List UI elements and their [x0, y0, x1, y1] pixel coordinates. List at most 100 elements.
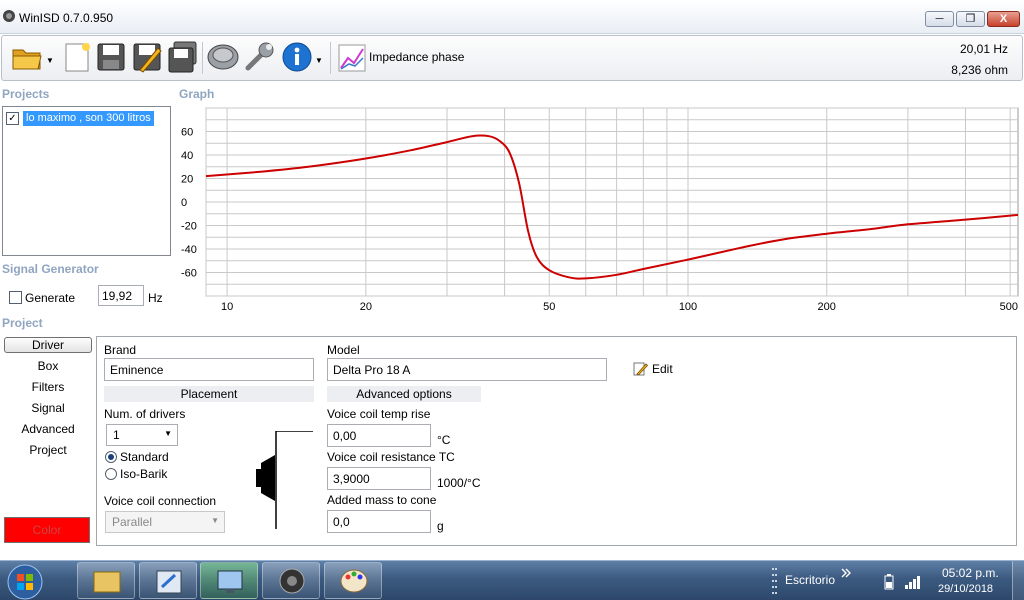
maximize-button[interactable]: ❐ [956, 11, 985, 27]
minimize-icon: ─ [935, 13, 944, 25]
edit-label: Edit [652, 361, 673, 376]
voice-coil-temp-rise-input[interactable] [327, 424, 431, 447]
driver-speaker-icon[interactable] [206, 40, 240, 74]
generate-checkbox[interactable] [9, 291, 22, 304]
title-bar: WinISD 0.7.0.950 ─ ❐ X [0, 0, 1024, 34]
y-tick-label: 0 [181, 197, 187, 209]
project-item-label[interactable]: lo maximo , son 300 litros [23, 110, 154, 126]
graph-chart-icon[interactable] [338, 44, 366, 72]
brand-label: Brand [104, 343, 137, 357]
app-icon [3, 10, 15, 22]
nav-driver[interactable]: Driver [4, 337, 92, 353]
edit-driver-button[interactable]: Edit [633, 361, 673, 376]
taskbar [0, 560, 1024, 600]
placement-group-header: Placement [104, 386, 314, 402]
x-tick-label: 500 [1000, 301, 1018, 313]
voice-coil-resistance-tc-label: Voice coil resistance TC [327, 450, 455, 464]
battery-icon[interactable] [884, 574, 894, 590]
tray-desktop-label[interactable]: Escritorio [785, 573, 835, 587]
num-drivers-select[interactable]: 1 ▼ [106, 424, 178, 446]
x-tick-label: 200 [818, 301, 836, 313]
restore-icon: ❐ [965, 13, 976, 25]
y-tick-label: -60 [181, 268, 197, 280]
project-checkbox[interactable]: ✓ [6, 111, 19, 125]
speaker-icon [279, 568, 305, 594]
frequency-input[interactable] [98, 285, 144, 306]
generate-label: Generate [25, 291, 76, 305]
voice-coil-resistance-tc-unit: 1000/°C [437, 476, 481, 490]
driver-placement-diagram [256, 431, 313, 529]
show-desktop-button[interactable] [1012, 561, 1024, 600]
y-tick-label: -20 [181, 221, 197, 233]
open-folder-icon[interactable] [10, 40, 44, 74]
voice-coil-temp-rise-label: Voice coil temp rise [327, 407, 431, 421]
info-icon[interactable] [280, 40, 314, 74]
added-mass-label: Added mass to cone [327, 493, 437, 507]
y-tick-label: 60 [181, 127, 193, 139]
taskbar-app-3[interactable] [200, 562, 258, 599]
open-dropdown-icon[interactable]: ▼ [46, 56, 54, 65]
frequency-unit: Hz [148, 291, 163, 305]
close-button[interactable]: X [987, 11, 1020, 27]
model-label: Model [327, 343, 360, 357]
isobarik-radio[interactable] [105, 468, 117, 480]
y-tick-label: 20 [181, 174, 193, 186]
nav-project[interactable]: Project [4, 443, 92, 459]
save-icon[interactable] [94, 40, 128, 74]
chevron-right-icon[interactable] [840, 567, 852, 579]
voice-coil-connection-label: Voice coil connection [104, 494, 217, 508]
cursor-value-readout: 8,236 ohm [951, 63, 1008, 77]
clock-date[interactable]: 29/10/2018 [938, 583, 993, 595]
x-tick-label: 20 [360, 301, 372, 313]
application-icon [156, 570, 182, 594]
taskbar-app-2[interactable] [139, 562, 197, 599]
brand-input[interactable] [104, 358, 314, 381]
list-item[interactable]: ✓ lo maximo , son 300 litros [6, 110, 154, 126]
chevron-down-icon: ▼ [164, 429, 172, 438]
cursor-frequency-readout: 20,01 Hz [959, 42, 1008, 56]
y-tick-label: 40 [181, 150, 193, 162]
model-input[interactable] [327, 358, 607, 381]
nav-advanced[interactable]: Advanced [4, 422, 92, 438]
save-all-icon[interactable] [166, 40, 200, 74]
signal-generator-title: Signal Generator [2, 262, 99, 276]
graph-section-title: Graph [179, 87, 215, 101]
tray-grip-icon [772, 568, 777, 594]
standard-radio[interactable] [105, 451, 117, 463]
impedance-phase-chart[interactable]: 6040200-20-40-6010 20 50 100 200 500 [178, 106, 1024, 314]
chevron-down-icon: ▼ [211, 516, 219, 525]
toolbar: ▼ ▼ Impedance phase 20,01 Hz 8,236 ohm [1, 35, 1023, 81]
start-button-icon[interactable] [6, 563, 44, 600]
taskbar-explorer[interactable] [77, 562, 135, 599]
taskbar-winisd[interactable] [262, 562, 320, 599]
signal-strength-icon[interactable] [904, 575, 922, 589]
num-drivers-label: Num. of drivers [104, 407, 186, 421]
minimize-button[interactable]: ─ [925, 11, 954, 27]
wrench-icon[interactable] [242, 40, 276, 74]
y-tick-label: -40 [181, 244, 197, 256]
window-title: WinISD 0.7.0.950 [19, 11, 114, 25]
monitor-icon [217, 570, 243, 593]
nav-filters[interactable]: Filters [4, 380, 92, 396]
added-mass-input[interactable] [327, 510, 431, 533]
driver-properties-panel: Brand Model Edit Placement Num. of drive… [96, 336, 1017, 546]
new-document-icon[interactable] [60, 40, 94, 74]
nav-signal[interactable]: Signal [4, 401, 92, 417]
x-tick-label: 10 [221, 301, 233, 313]
close-icon: X [999, 13, 1008, 25]
pencil-icon [633, 362, 648, 376]
toolbar-separator [202, 42, 203, 74]
advanced-options-header: Advanced options [327, 386, 481, 402]
clock-time[interactable]: 05:02 p.m. [942, 566, 999, 580]
added-mass-unit: g [437, 519, 444, 533]
num-drivers-value: 1 [113, 428, 120, 442]
color-button[interactable]: Color [4, 517, 90, 543]
taskbar-paint[interactable] [324, 562, 382, 599]
voice-coil-connection-select: Parallel ▼ [105, 511, 225, 533]
nav-box[interactable]: Box [4, 359, 92, 375]
info-dropdown-icon[interactable]: ▼ [315, 56, 323, 65]
edit-document-icon[interactable] [130, 40, 164, 74]
graph-type-selector[interactable]: Impedance phase [369, 50, 464, 64]
toolbar-separator [330, 42, 331, 74]
voice-coil-resistance-tc-input[interactable] [327, 467, 431, 490]
